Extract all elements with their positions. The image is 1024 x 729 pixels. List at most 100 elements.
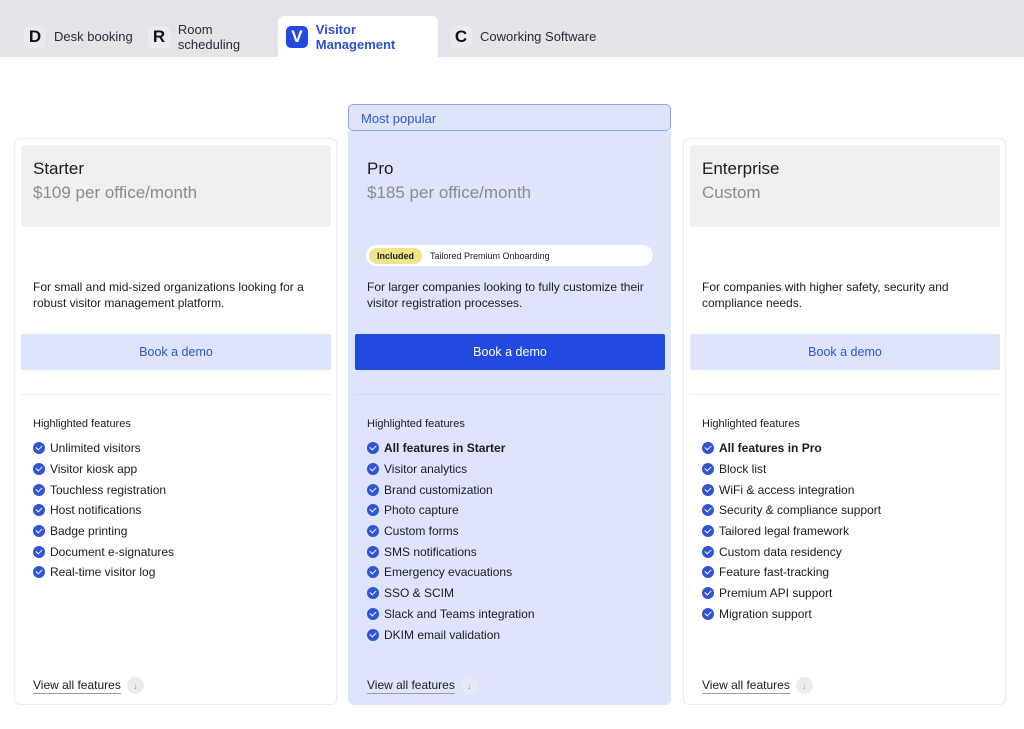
check-icon [702,587,714,599]
check-icon [702,463,714,475]
feature-item: Brand customization [367,479,535,500]
most-popular-badge: Most popular [348,104,671,131]
plan-description: For larger companies looking to fully cu… [367,279,657,311]
feature-label: Badge printing [50,524,127,538]
feature-list: Unlimited visitors Visitor kiosk app Touch… [33,438,174,583]
feature-item: Security & compliance support [702,500,881,521]
arrow-down-icon: ↓ [461,677,478,694]
feature-label: Visitor analytics [384,462,467,476]
check-icon [702,608,714,620]
check-icon [367,442,379,454]
feature-item: Migration support [702,604,881,625]
plan-description: For companies with higher safety, securi… [702,279,992,311]
feature-label: Host notifications [50,503,141,517]
feature-item: WiFi & access integration [702,479,881,500]
book-demo-button[interactable]: Book a demo [355,334,665,370]
arrow-down-icon: ↓ [796,677,813,694]
tab-desk-booking[interactable]: D Desk booking [16,16,140,57]
plan-price: Custom [702,183,988,203]
tab-label: Visitor Management [316,22,438,52]
coworking-software-icon: C [450,26,472,48]
feature-item: Badge printing [33,521,174,542]
features-heading: Highlighted features [702,418,800,430]
feature-item: Touchless registration [33,479,174,500]
desk-booking-icon: D [24,26,46,48]
feature-label: DKIM email validation [384,628,500,642]
check-icon [367,525,379,537]
feature-label: Slack and Teams integration [384,607,535,621]
included-pill: IncludedTailored Premium Onboarding [366,245,653,266]
feature-label: Security & compliance support [719,503,881,517]
check-icon [702,525,714,537]
feature-item: SMS notifications [367,541,535,562]
features-heading: Highlighted features [33,418,131,430]
feature-label: Emergency evacuations [384,565,512,579]
plan-name: Starter [33,159,319,179]
feature-item: Unlimited visitors [33,438,174,459]
feature-label: Custom data residency [719,545,842,559]
tab-room-scheduling[interactable]: R Room scheduling [140,16,278,57]
check-icon [367,504,379,516]
book-demo-button[interactable]: Book a demo [21,334,331,370]
feature-item: Document e-signatures [33,541,174,562]
plan-price: $185 per office/month [367,183,653,203]
check-icon [33,463,45,475]
plan-card-enterprise: Enterprise Custom For companies with high… [683,138,1006,705]
feature-item: Premium API support [702,583,881,604]
tab-label: Desk booking [54,29,133,44]
plan-description: For small and mid-sized organizations lo… [33,279,323,311]
included-badge: Included [369,248,422,264]
view-all-features-link[interactable]: View all features ↓ [702,677,813,694]
plan-price: $109 per office/month [33,183,319,203]
feature-list: All features in ProBlock listWiFi & acce… [702,438,881,624]
view-all-features-link[interactable]: View all features ↓ [367,677,478,694]
divider [21,394,331,395]
feature-label: Touchless registration [50,483,166,497]
check-icon [367,463,379,475]
tab-label: Room scheduling [178,22,278,52]
feature-item: Visitor kiosk app [33,459,174,480]
check-icon [367,608,379,620]
feature-item: DKIM email validation [367,624,535,645]
check-icon [33,525,45,537]
feature-label: SSO & SCIM [384,586,454,600]
tab-visitor-management[interactable]: VVisitor Management [278,16,438,57]
feature-item: All features in Starter [367,438,535,459]
feature-label: Premium API support [719,586,832,600]
room-scheduling-icon: R [148,26,170,48]
check-icon [367,587,379,599]
feature-item: Host notifications [33,500,174,521]
feature-item: Photo capture [367,500,535,521]
view-all-label: View all features [367,678,455,694]
features-heading: Highlighted features [367,418,465,430]
plan-header: Starter $109 per office/month [21,145,331,227]
plan-card-starter: Starter $109 per office/month For small a… [14,138,337,705]
check-icon [702,566,714,578]
arrow-down-icon: ↓ [127,677,144,694]
tab-label: Coworking Software [480,29,596,44]
feature-item: All features in Pro [702,438,881,459]
product-tabs: D Desk booking R Room scheduling VVisitor … [0,0,1024,57]
check-icon [33,546,45,558]
check-icon [367,484,379,496]
tab-coworking-software[interactable]: C Coworking Software [442,16,602,57]
plan-header: Enterprise Custom [690,145,1000,227]
check-icon [702,484,714,496]
feature-list: All features in Starter Visitor analytics… [367,438,535,645]
view-all-features-link[interactable]: View all features ↓ [33,677,144,694]
feature-label: Photo capture [384,503,459,517]
view-all-label: View all features [33,678,121,694]
feature-item: Feature fast-tracking [702,562,881,583]
check-icon [702,442,714,454]
divider [355,394,665,395]
view-all-label: View all features [702,678,790,694]
feature-label: Unlimited visitors [50,441,141,455]
book-demo-button[interactable]: Book a demo [690,334,1000,370]
check-icon [702,504,714,516]
feature-label: WiFi & access integration [719,483,854,497]
feature-label: Migration support [719,607,812,621]
check-icon [33,484,45,496]
plan-card-pro: Pro $185 per office/monthIncludedTailore… [348,131,671,705]
divider [690,394,1000,395]
check-icon [33,566,45,578]
